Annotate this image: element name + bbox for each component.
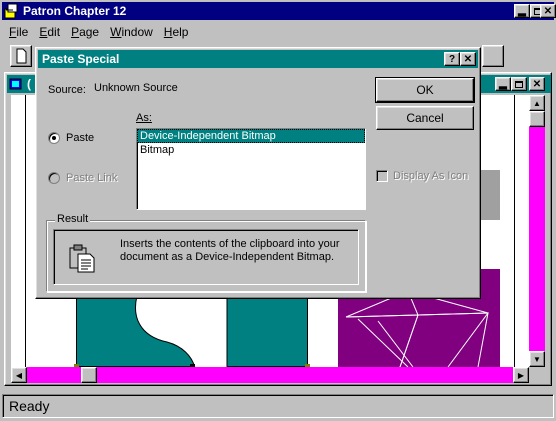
close-icon: ✕ xyxy=(463,53,473,65)
vertical-scroll-thumb[interactable] xyxy=(529,111,545,127)
minimize-button[interactable]: ▂ xyxy=(514,4,530,18)
display-as-icon-checkbox[interactable] xyxy=(376,170,388,182)
ok-button-label: OK xyxy=(416,83,434,97)
app-title: Patron Chapter 12 xyxy=(23,4,127,18)
status-text: Ready xyxy=(9,398,50,414)
source-label: Source: xyxy=(48,84,86,96)
menu-page[interactable]: Page xyxy=(71,25,99,39)
menu-page-label: age xyxy=(79,25,100,39)
scroll-left-button[interactable]: ◀ xyxy=(11,367,27,383)
menu-bar: File Edit Page Window Help xyxy=(4,22,194,42)
new-button[interactable] xyxy=(10,45,32,67)
as-listbox[interactable]: Device-Independent Bitmap Bitmap xyxy=(136,128,366,210)
paste-radio[interactable] xyxy=(48,132,60,144)
app-icon xyxy=(4,3,18,19)
scroll-up-button[interactable]: ▲ xyxy=(529,95,545,111)
dialog-title: Paste Special xyxy=(42,52,120,66)
as-label: As: xyxy=(136,112,152,124)
help-button[interactable]: ? xyxy=(444,52,460,66)
doc-close-button[interactable]: ✕ xyxy=(529,77,545,91)
menu-file-label: ile xyxy=(16,25,29,39)
close-icon: ✕ xyxy=(532,78,542,90)
result-groupbox: Result Inserts the contents of the clipb… xyxy=(46,213,366,292)
paste-link-radio[interactable] xyxy=(48,172,60,184)
size-grip[interactable] xyxy=(529,367,545,383)
cancel-button-label: Cancel xyxy=(406,111,444,125)
list-item[interactable]: Bitmap xyxy=(137,143,365,157)
menu-help-label: elp xyxy=(172,25,189,39)
scroll-down-button[interactable]: ▼ xyxy=(529,351,545,367)
bitmap-drawing xyxy=(135,296,228,367)
minimize-icon: ▂ xyxy=(499,78,507,90)
menu-edit-label: dit xyxy=(47,25,61,39)
scroll-right-button[interactable]: ▶ xyxy=(513,367,529,383)
list-item[interactable]: Device-Independent Bitmap xyxy=(137,129,365,143)
menu-edit[interactable]: Edit xyxy=(39,25,60,39)
display-as-icon-label[interactable]: Display As Icon xyxy=(393,170,468,182)
result-panel: Inserts the contents of the clipboard in… xyxy=(53,229,359,285)
paste-link-radio-label[interactable]: Paste Link xyxy=(66,172,117,184)
maximize-icon xyxy=(515,80,523,88)
paste-radio-label[interactable]: Paste xyxy=(66,132,94,144)
ok-button[interactable]: OK xyxy=(375,77,475,103)
document-title: ( xyxy=(27,77,31,91)
result-label: Result xyxy=(55,213,91,225)
horizontal-scrollbar[interactable]: ◀ ▶ xyxy=(11,367,529,383)
main-window: Patron Chapter 12 ▂ ✕ File Edit Page Win… xyxy=(0,0,556,421)
doc-minimize-button[interactable]: ▂ xyxy=(495,77,511,91)
toolbar-button-right[interactable] xyxy=(482,45,504,67)
arrow-left-icon: ◀ xyxy=(15,370,23,380)
menu-help[interactable]: Help xyxy=(164,25,189,39)
menu-window[interactable]: Window xyxy=(110,25,153,39)
close-icon: ✕ xyxy=(543,5,553,17)
question-icon: ? xyxy=(448,53,456,65)
teal-bitmap-object[interactable] xyxy=(74,295,310,367)
dialog-close-button[interactable]: ✕ xyxy=(460,52,476,66)
arrow-up-icon: ▲ xyxy=(533,98,541,108)
close-button[interactable]: ✕ xyxy=(540,4,556,18)
menu-window-label: indow xyxy=(121,25,153,39)
doc-maximize-button[interactable] xyxy=(511,77,527,91)
vertical-scrollbar[interactable]: ▲ ▼ xyxy=(529,95,545,367)
gray-shape xyxy=(478,170,500,220)
clipboard-icon xyxy=(69,244,95,273)
menu-page-key: P xyxy=(71,25,80,39)
new-document-icon xyxy=(16,48,27,64)
document-icon xyxy=(9,78,22,90)
minimize-icon: ▂ xyxy=(518,5,526,17)
result-description: Inserts the contents of the clipboard in… xyxy=(120,238,340,263)
arrow-down-icon: ▼ xyxy=(533,354,541,364)
main-title-bar[interactable]: Patron Chapter 12 ▂ xyxy=(2,2,554,20)
paste-special-dialog: Paste Special ? ✕ Source: Unknown Source… xyxy=(35,47,481,299)
dialog-title-bar[interactable]: Paste Special ? ✕ xyxy=(38,50,478,68)
horizontal-scroll-thumb[interactable] xyxy=(81,367,97,383)
source-value: Unknown Source xyxy=(94,82,178,94)
menu-file[interactable]: File xyxy=(9,25,28,39)
cancel-button[interactable]: Cancel xyxy=(376,106,474,130)
arrow-right-icon: ▶ xyxy=(517,370,525,380)
status-bar: Ready xyxy=(2,394,554,418)
menu-window-key: W xyxy=(110,25,122,39)
